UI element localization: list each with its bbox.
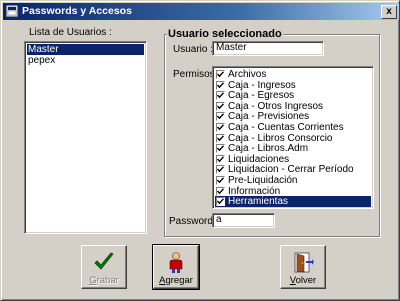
users-list[interactable]: Master pepex <box>24 41 147 234</box>
permission-item[interactable]: Pre-Liquidación <box>215 175 371 186</box>
checkmark-icon <box>94 252 114 270</box>
permissions-list[interactable]: Archivos Caja - Ingresos Caja - Egresos Caj… <box>212 66 374 209</box>
grabar-button[interactable]: Grabar <box>81 245 127 289</box>
check-icon <box>217 145 224 152</box>
permission-label: Caja - Otros Ingresos <box>228 100 324 112</box>
check-icon <box>217 166 224 173</box>
permission-checkbox[interactable] <box>216 186 225 196</box>
door-exit-icon <box>294 252 314 273</box>
permission-checkbox[interactable] <box>216 197 225 207</box>
permission-item[interactable]: Caja - Cuentas Corrientes <box>215 122 371 133</box>
permission-label: Caja - Previsiones <box>228 111 310 123</box>
check-icon <box>217 124 224 131</box>
passwords-dialog: Passwords y Accesos x Lista de Usuarios … <box>0 0 400 301</box>
permission-checkbox[interactable] <box>216 133 225 143</box>
permission-label: Caja - Libros Consorcio <box>228 132 333 144</box>
person-icon <box>169 252 183 273</box>
check-icon <box>217 81 224 88</box>
permission-label: Pre-Liquidación <box>228 175 298 186</box>
close-icon: x <box>386 6 392 17</box>
permission-item[interactable]: Información <box>215 186 371 197</box>
permission-checkbox[interactable] <box>216 70 225 79</box>
check-icon <box>217 113 224 120</box>
list-item-pepex[interactable]: pepex <box>27 55 144 66</box>
volver-label: Volver <box>289 275 317 286</box>
check-icon <box>217 198 224 205</box>
agregar-label: Agregar <box>159 275 193 286</box>
permission-label: Archivos <box>228 69 267 80</box>
password-field[interactable]: a <box>212 213 275 228</box>
close-button[interactable]: x <box>381 5 397 19</box>
permission-label: Herramientas <box>228 196 289 208</box>
permission-item[interactable]: Herramientas <box>215 196 371 208</box>
usuario-field[interactable]: Master <box>212 41 324 56</box>
permission-item[interactable]: Caja - Previsiones <box>215 111 371 122</box>
list-item-master[interactable]: Master <box>27 44 144 55</box>
agregar-button[interactable]: Agregar <box>152 244 200 290</box>
permission-item[interactable]: Liquidacion - Cerrar Período <box>215 164 371 175</box>
permission-checkbox[interactable] <box>216 176 225 185</box>
user-label: Master <box>28 44 59 55</box>
check-icon <box>217 134 224 141</box>
permission-checkbox[interactable] <box>216 80 225 90</box>
permission-item[interactable]: Liquidaciones <box>215 154 371 165</box>
usuario-label: Usuario : <box>173 44 214 55</box>
permission-label: Liquidaciones <box>228 153 290 165</box>
permission-label: Caja - Libros.Adm <box>228 143 309 155</box>
grabar-label: Grabar <box>89 275 119 286</box>
permission-item[interactable]: Caja - Otros Ingresos <box>215 101 371 112</box>
check-icon <box>217 187 224 194</box>
check-icon <box>217 177 224 184</box>
check-icon <box>217 71 224 78</box>
check-icon <box>217 92 224 99</box>
permission-label: Caja - Egresos <box>228 90 295 102</box>
users-list-label: Lista de Usuarios : <box>29 27 112 38</box>
permission-item[interactable]: Caja - Libros.Adm <box>215 143 371 154</box>
permission-label: Información <box>228 185 281 197</box>
volver-button[interactable]: Volver <box>280 245 326 289</box>
permission-label: Liquidacion - Cerrar Período <box>228 164 354 176</box>
permission-label: Caja - Ingresos <box>228 79 296 91</box>
permission-checkbox[interactable] <box>216 165 225 175</box>
permission-item[interactable]: Archivos <box>215 69 371 80</box>
title-bar[interactable]: Passwords y Accesos x <box>3 3 399 20</box>
permission-label: Caja - Cuentas Corrientes <box>228 122 344 133</box>
permission-checkbox[interactable] <box>216 144 225 154</box>
group-title: Usuario seleccionado <box>167 28 283 40</box>
permission-checkbox[interactable] <box>216 154 225 164</box>
window-title: Passwords y Accesos <box>22 5 132 17</box>
permission-item[interactable]: Caja - Libros Consorcio <box>215 133 371 144</box>
permission-checkbox[interactable] <box>216 112 225 122</box>
permission-checkbox[interactable] <box>216 91 225 101</box>
check-icon <box>217 103 224 110</box>
permission-item[interactable]: Caja - Ingresos <box>215 80 371 91</box>
user-label: pepex <box>28 55 56 66</box>
permission-checkbox[interactable] <box>216 123 225 132</box>
permission-item[interactable]: Caja - Egresos <box>215 90 371 101</box>
app-icon <box>6 5 18 17</box>
permission-checkbox[interactable] <box>216 101 225 111</box>
check-icon <box>217 156 224 163</box>
